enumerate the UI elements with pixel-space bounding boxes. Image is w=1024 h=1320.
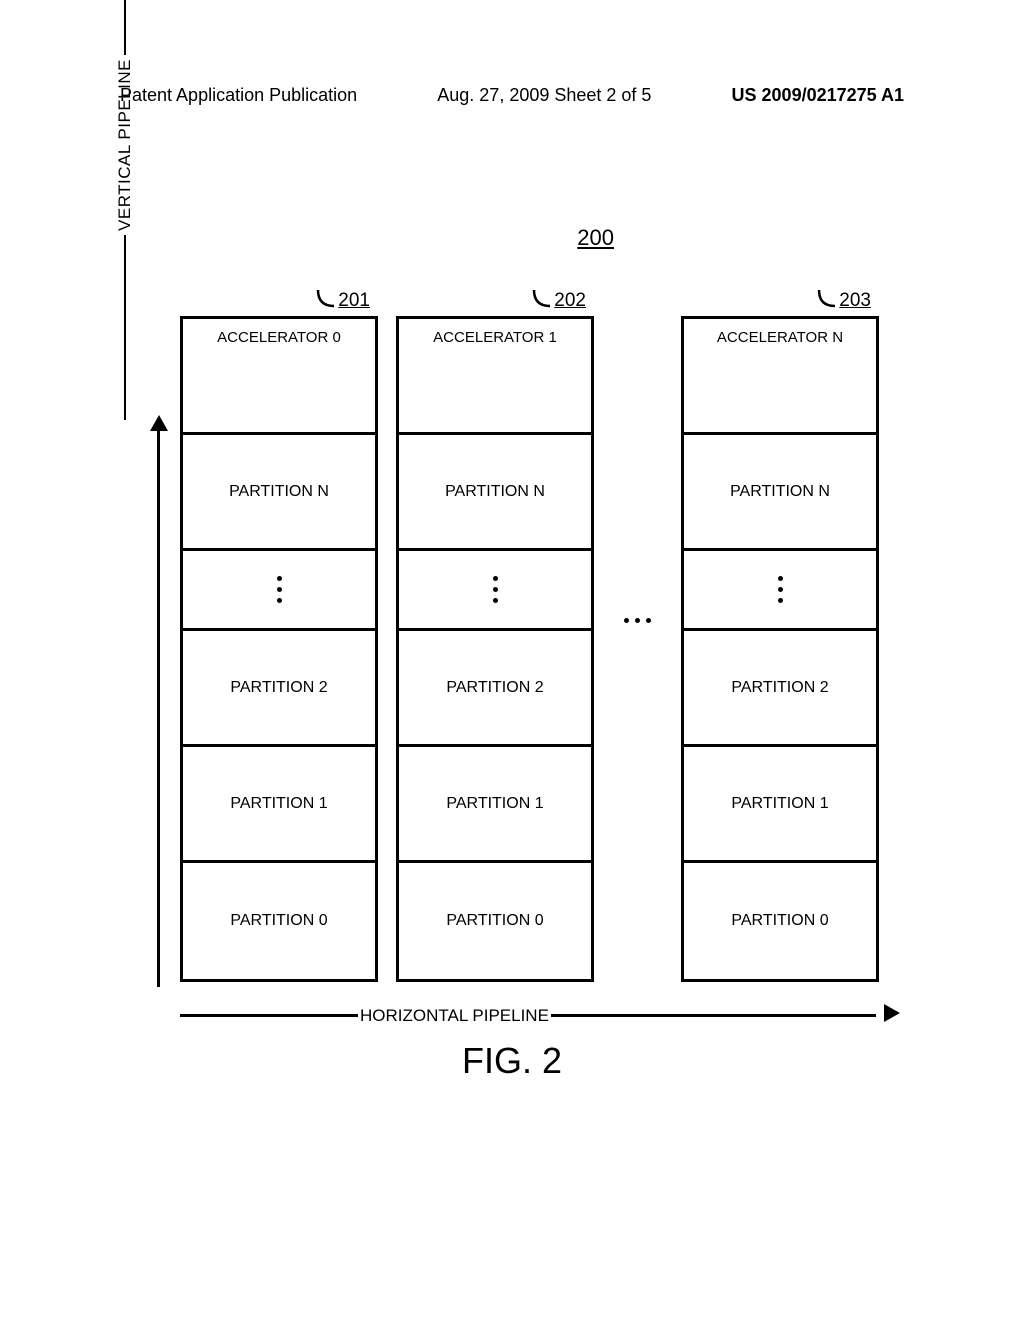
vertical-ellipsis <box>183 551 375 631</box>
callout-number: 203 <box>839 290 871 312</box>
partition-2: PARTITION 2 <box>183 631 375 747</box>
partition-2: PARTITION 2 <box>399 631 591 747</box>
callout-row: 201 <box>180 290 378 314</box>
callout-row: 203 <box>681 290 879 314</box>
accelerator-title: ACCELERATOR N <box>684 319 876 435</box>
horizontal-pipeline-text: HORIZONTAL PIPELINE <box>358 1006 551 1026</box>
callout-201: 201 <box>316 290 370 312</box>
column-box: ACCELERATOR 0 PARTITION N PARTITION 2 PA… <box>180 316 378 982</box>
callout-hook-icon <box>817 290 839 310</box>
partition-0: PARTITION 0 <box>399 863 591 979</box>
vertical-ellipsis <box>399 551 591 631</box>
partition-n: PARTITION N <box>183 435 375 551</box>
diagram: 201 ACCELERATOR 0 PARTITION N PARTITION … <box>130 290 900 982</box>
vertical-ellipsis <box>684 551 876 631</box>
accelerator-column-1: 202 ACCELERATOR 1 PARTITION N PARTITION … <box>396 290 594 982</box>
column-box: ACCELERATOR 1 PARTITION N PARTITION 2 PA… <box>396 316 594 982</box>
vertical-pipeline-text: VERTICAL PIPELINE <box>115 59 135 231</box>
accelerator-column-0: 201 ACCELERATOR 0 PARTITION N PARTITION … <box>180 290 378 982</box>
page-header: Patent Application Publication Aug. 27, … <box>0 85 1024 106</box>
partition-1: PARTITION 1 <box>399 747 591 863</box>
horizontal-pipeline-label-row: HORIZONTAL PIPELINE <box>180 1002 900 1029</box>
header-center: Aug. 27, 2009 Sheet 2 of 5 <box>437 85 651 106</box>
column-box: ACCELERATOR N PARTITION N PARTITION 2 PA… <box>681 316 879 982</box>
partition-1: PARTITION 1 <box>183 747 375 863</box>
partition-1: PARTITION 1 <box>684 747 876 863</box>
partition-0: PARTITION 0 <box>183 863 375 979</box>
vertical-pipeline-label: VERTICAL PIPELINE <box>115 0 135 420</box>
accelerator-columns: 201 ACCELERATOR 0 PARTITION N PARTITION … <box>180 290 900 982</box>
h-arrow-line-left <box>180 1014 358 1017</box>
callout-row: 202 <box>396 290 594 314</box>
vdots-icon <box>778 576 783 603</box>
horizontal-pipeline-arrow-head-icon <box>882 1002 900 1029</box>
partition-n: PARTITION N <box>399 435 591 551</box>
accelerator-title: ACCELERATOR 0 <box>183 319 375 435</box>
horizontal-ellipsis <box>612 290 663 950</box>
accelerator-title: ACCELERATOR 1 <box>399 319 591 435</box>
callout-hook-icon <box>532 290 554 310</box>
callout-203: 203 <box>817 290 871 312</box>
partition-n: PARTITION N <box>684 435 876 551</box>
callout-hook-icon <box>316 290 338 310</box>
vdots-icon <box>277 576 282 603</box>
callout-number: 201 <box>338 290 370 312</box>
header-left: Patent Application Publication <box>120 85 357 106</box>
vdots-icon <box>493 576 498 603</box>
callout-number: 202 <box>554 290 586 312</box>
figure-caption: FIG. 2 <box>0 1040 1024 1082</box>
vertical-pipeline-arrow-head-icon <box>148 415 170 438</box>
figure-reference-number: 200 <box>577 225 614 251</box>
partition-2: PARTITION 2 <box>684 631 876 747</box>
header-right: US 2009/0217275 A1 <box>732 85 904 106</box>
vertical-pipeline-arrow-line <box>157 425 160 987</box>
h-arrow-line-right <box>551 1014 876 1017</box>
partition-0: PARTITION 0 <box>684 863 876 979</box>
callout-202: 202 <box>532 290 586 312</box>
accelerator-column-n: 203 ACCELERATOR N PARTITION N PARTITION … <box>681 290 879 982</box>
